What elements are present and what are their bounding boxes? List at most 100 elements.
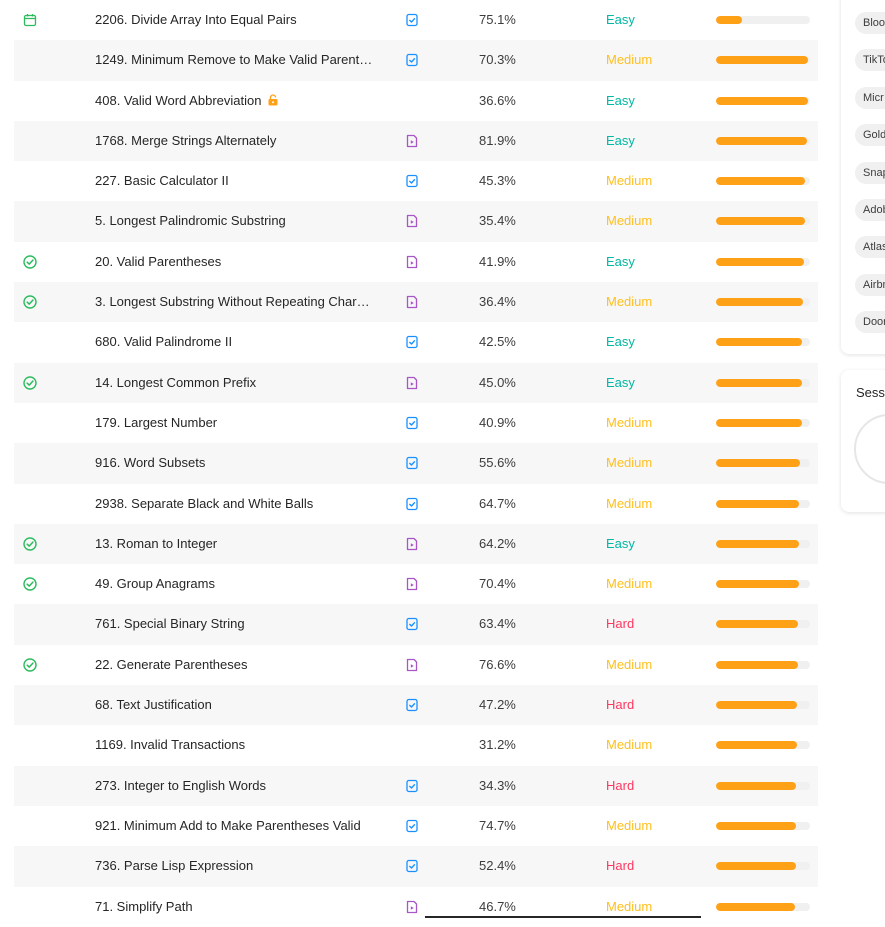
company-tag[interactable]: Atlas (855, 236, 885, 259)
problem-row[interactable]: 1169. Invalid Transactions 31.2% Medium (14, 725, 818, 765)
problem-row[interactable]: 273. Integer to English Words 34.3% Hard (14, 765, 818, 806)
difficulty-label: Easy (606, 253, 635, 269)
problem-row[interactable]: 20. Valid Parentheses 41.9% Easy (14, 242, 818, 282)
problem-title-link[interactable]: 3. Longest Substring Without Repeating C… (95, 282, 370, 322)
problem-title: 408. Valid Word Abbreviation (95, 92, 262, 108)
frequency-fill (716, 217, 806, 226)
video-solution-icon[interactable] (404, 294, 420, 310)
article-solution-icon[interactable] (404, 778, 420, 794)
problem-row[interactable]: 921. Minimum Add to Make Parentheses Val… (14, 806, 818, 846)
problem-title-link[interactable]: 921. Minimum Add to Make Parentheses Val… (95, 806, 361, 846)
acceptance-rate: 74.7% (479, 817, 516, 833)
problem-title-link[interactable]: 1768. Merge Strings Alternately (95, 121, 276, 161)
solved-check-icon (22, 576, 38, 592)
problem-title: 273. Integer to English Words (95, 777, 267, 793)
problem-title-link[interactable]: 680. Valid Palindrome II (95, 322, 232, 362)
problem-title-link[interactable]: 916. Word Subsets (95, 443, 205, 483)
problem-title-link[interactable]: 20. Valid Parentheses (95, 242, 221, 282)
problem-title-link[interactable]: 68. Text Justification (95, 685, 212, 725)
difficulty-label: Medium (606, 294, 653, 310)
problem-row[interactable]: 3. Longest Substring Without Repeating C… (14, 282, 818, 323)
problem-title-link[interactable]: 408. Valid Word Abbreviation (95, 81, 279, 121)
problem-row[interactable]: 2938. Separate Black and White Balls 64.7… (14, 484, 818, 524)
problem-row[interactable]: 227. Basic Calculator II 45.3% Medium (14, 161, 818, 201)
video-solution-icon[interactable] (404, 254, 420, 270)
problem-row[interactable]: 736. Parse Lisp Expression 52.4% Hard (14, 846, 818, 887)
problem-row[interactable]: 22. Generate Parentheses 76.6% Medium (14, 645, 818, 685)
article-solution-icon[interactable] (404, 697, 420, 713)
problem-title-link[interactable]: 227. Basic Calculator II (95, 161, 229, 201)
video-solution-icon[interactable] (404, 576, 420, 592)
problem-title: 2206. Divide Array Into Equal Pairs (95, 12, 297, 27)
problem-row[interactable]: 1768. Merge Strings Alternately 81.9% Easy (14, 120, 818, 162)
problem-title: 3. Longest Substring Without Repeating C… (95, 294, 370, 310)
article-solution-icon[interactable] (404, 455, 420, 471)
company-tag[interactable]: Door (855, 311, 885, 334)
problem-title-link[interactable]: 2206. Divide Array Into Equal Pairs (95, 0, 297, 40)
video-solution-icon[interactable] (404, 536, 420, 552)
article-solution-icon[interactable] (404, 818, 420, 834)
problem-row[interactable]: 680. Valid Palindrome II 42.5% Easy (14, 322, 818, 362)
problem-row[interactable]: 2206. Divide Array Into Equal Pairs 75.1%… (14, 0, 818, 40)
problem-title-link[interactable]: 736. Parse Lisp Expression (95, 846, 253, 886)
frequency-bar (716, 298, 810, 307)
problem-title-link[interactable]: 49. Group Anagrams (95, 564, 215, 604)
problem-title-link[interactable]: 179. Largest Number (95, 403, 217, 443)
frequency-fill (716, 459, 800, 468)
frequency-bar (716, 16, 810, 24)
company-tag[interactable]: Airbn (855, 273, 885, 296)
problem-row[interactable]: 49. Group Anagrams 70.4% Medium (14, 564, 818, 604)
problem-row[interactable]: 71. Simplify Path 46.7% Medium (14, 887, 818, 927)
problem-title-link[interactable]: 273. Integer to English Words (95, 766, 266, 806)
company-tag[interactable]: Adob (855, 199, 885, 221)
video-solution-icon[interactable] (404, 899, 420, 915)
company-tag[interactable]: TikTo (855, 49, 885, 72)
article-solution-icon[interactable] (404, 858, 420, 874)
article-solution-icon[interactable] (404, 173, 420, 189)
video-solution-icon[interactable] (404, 213, 420, 229)
problem-row[interactable]: 5. Longest Palindromic Substring 35.4% Med… (14, 201, 818, 242)
company-tag[interactable]: Bloo (855, 12, 885, 34)
problem-title: 5. Longest Palindromic Substring (95, 213, 286, 229)
problem-row[interactable]: 408. Valid Word Abbreviation 36.6% Easy (14, 81, 818, 121)
video-solution-icon[interactable] (404, 133, 420, 149)
problem-title-link[interactable]: 14. Longest Common Prefix (95, 363, 256, 403)
video-solution-icon[interactable] (404, 657, 420, 673)
problem-row[interactable]: 761. Special Binary String 63.4% Hard (14, 604, 818, 645)
article-solution-icon[interactable] (404, 496, 420, 512)
problem-title: 916. Word Subsets (95, 455, 206, 471)
problem-row[interactable]: 13. Roman to Integer 64.2% Easy (14, 523, 818, 565)
problem-title: 921. Minimum Add to Make Parentheses Val… (95, 817, 361, 833)
problem-title-link[interactable]: 1169. Invalid Transactions (95, 725, 245, 765)
problem-row[interactable]: 1249. Minimum Remove to Make Valid Paren… (14, 40, 818, 81)
problem-row[interactable]: 14. Longest Common Prefix 45.0% Easy (14, 362, 818, 403)
frequency-fill (716, 580, 799, 589)
frequency-bar (716, 701, 810, 710)
problem-title-link[interactable]: 2938. Separate Black and White Balls (95, 484, 313, 524)
article-solution-icon[interactable] (404, 52, 420, 68)
frequency-fill (716, 539, 799, 548)
problem-title-link[interactable]: 13. Roman to Integer (95, 524, 217, 564)
video-solution-icon[interactable] (404, 375, 420, 391)
problem-title-link[interactable]: 761. Special Binary String (95, 604, 245, 644)
article-solution-icon[interactable] (404, 334, 420, 350)
frequency-bar (716, 217, 810, 226)
problem-title-link[interactable]: 22. Generate Parentheses (95, 645, 248, 685)
frequency-bar (716, 418, 810, 427)
difficulty-label: Easy (606, 12, 635, 27)
problem-row[interactable]: 916. Word Subsets 55.6% Medium (14, 443, 818, 484)
problem-title-link[interactable]: 5. Longest Palindromic Substring (95, 201, 286, 241)
company-tag[interactable]: Micr (855, 86, 885, 109)
acceptance-rate: 45.0% (479, 374, 516, 390)
problem-row[interactable]: 179. Largest Number 40.9% Medium (14, 403, 818, 443)
problem-row[interactable]: 68. Text Justification 47.2% Hard (14, 685, 818, 726)
article-solution-icon[interactable] (404, 12, 420, 28)
frequency-bar (716, 741, 810, 750)
problem-title-link[interactable]: 71. Simplify Path (95, 887, 193, 927)
article-solution-icon[interactable] (404, 415, 420, 431)
problem-title-link[interactable]: 1249. Minimum Remove to Make Valid Paren… (95, 40, 372, 80)
company-tag[interactable]: Gold (855, 124, 885, 147)
company-tag[interactable]: Snap (855, 161, 885, 184)
article-solution-icon[interactable] (404, 616, 420, 632)
problem-title: 20. Valid Parentheses (95, 253, 222, 269)
